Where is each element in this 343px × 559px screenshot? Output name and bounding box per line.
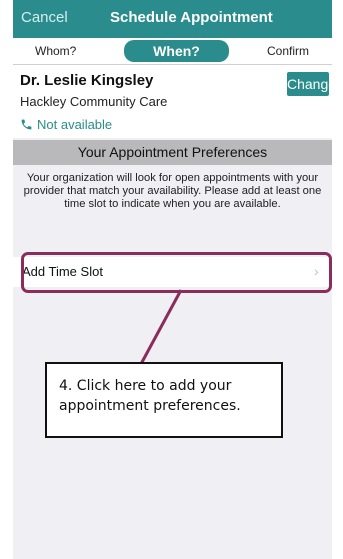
provider-organization: Hackley Community Care — [20, 94, 168, 109]
page-title: Schedule Appointment — [110, 9, 273, 26]
step-confirm[interactable]: Confirm — [267, 44, 309, 58]
preferences-section-header: Your Appointment Preferences — [13, 140, 332, 165]
provider-name: Dr. Leslie Kingsley — [20, 72, 154, 89]
phone-icon — [21, 119, 32, 130]
cancel-button[interactable]: Cancel — [21, 9, 68, 26]
tutorial-highlight-frame — [21, 252, 332, 293]
navigation-bar: Cancel Schedule Appointment — [13, 0, 332, 38]
tutorial-callout: 4. Click here to add your appointment pr… — [45, 362, 283, 438]
step-whom[interactable]: Whom? — [35, 44, 76, 58]
provider-phone: Not available — [20, 117, 112, 132]
step-indicator: Whom? When? Confirm — [13, 38, 332, 65]
change-provider-button[interactable]: Change — [287, 72, 332, 96]
provider-card: Dr. Leslie Kingsley Hackley Community Ca… — [13, 65, 332, 138]
step-when-active[interactable]: When? — [124, 40, 229, 62]
phone-status[interactable]: Not available — [37, 117, 112, 132]
preferences-description: Your organization will look for open app… — [23, 172, 322, 210]
